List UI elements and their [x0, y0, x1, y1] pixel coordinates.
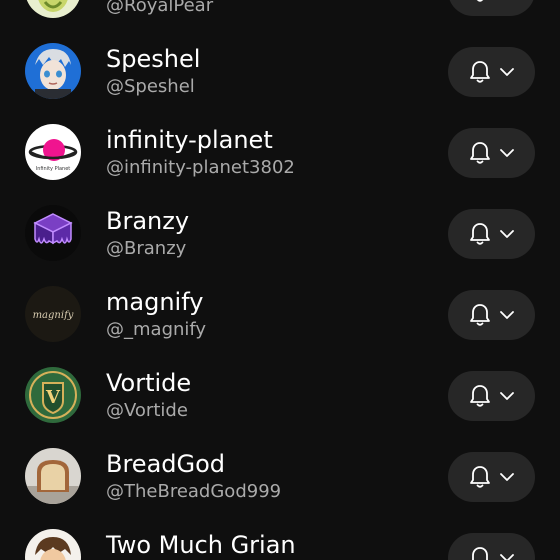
chevron-down-icon: [500, 68, 514, 76]
channel-row[interactable]: V Vortide @Vortide: [0, 324, 560, 423]
bell-icon: [472, 547, 488, 560]
channel-name[interactable]: magnify: [106, 286, 203, 318]
channel-row[interactable]: Branzy @Branzy: [0, 162, 560, 261]
channel-row[interactable]: Two Much Grian: [0, 486, 560, 560]
avatar-text: magnify: [33, 310, 74, 321]
channel-row[interactable]: BreadGod @TheBreadGod999: [0, 405, 560, 504]
channel-name[interactable]: Branzy: [106, 205, 189, 237]
notification-button[interactable]: [448, 533, 535, 560]
chevron-down-icon: [500, 311, 514, 319]
chevron-down-icon: [500, 473, 514, 481]
subscription-list: @RoyalPear Speshel @Speshel Infinity Pla…: [0, 0, 560, 560]
channel-row[interactable]: magnify magnify @_magnify: [0, 243, 560, 342]
chevron-down-icon: [500, 230, 514, 238]
channel-name[interactable]: Two Much Grian: [106, 529, 296, 560]
chevron-down-icon: [500, 554, 514, 560]
chevron-down-icon: [500, 392, 514, 400]
two-much-grian-avatar[interactable]: [25, 529, 81, 560]
channel-name[interactable]: infinity-planet: [106, 124, 273, 156]
channel-name[interactable]: Speshel: [106, 43, 200, 75]
channel-row[interactable]: Infinity Planet infinity-planet @infinit…: [0, 81, 560, 180]
chevron-down-icon: [500, 149, 514, 157]
channel-row[interactable]: Speshel @Speshel: [0, 0, 560, 99]
channel-name[interactable]: BreadGod: [106, 448, 225, 480]
channel-name[interactable]: Vortide: [106, 367, 191, 399]
